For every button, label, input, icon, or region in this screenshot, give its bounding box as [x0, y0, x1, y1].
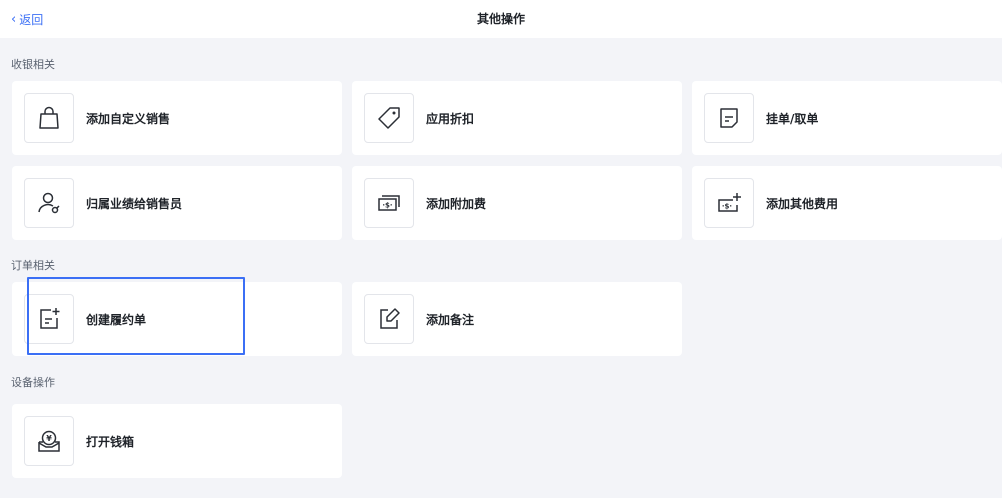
page-title: 其他操作 [476, 12, 525, 26]
action-label: 添加附加费 [426, 197, 487, 211]
action-label: 添加自定义销售 [86, 112, 171, 126]
action-label: 创建履约单 [86, 313, 147, 327]
cash-drawer-icon: ¥ [38, 430, 60, 452]
top-bar: ‹ 返回 其他操作 [0, 0, 1002, 38]
svg-text:¥: ¥ [46, 434, 52, 443]
document-icon [720, 108, 738, 128]
user-assign-icon [38, 192, 60, 214]
edit-note-icon [380, 308, 400, 329]
shopping-bag-icon [39, 106, 59, 129]
money-stack-icon: ·$· [378, 195, 400, 211]
action-apply-discount[interactable]: 应用折扣 [352, 81, 682, 155]
action-assign-salesperson[interactable]: 归属业绩给销售员 [12, 166, 342, 240]
section-title-device: 设备操作 [11, 376, 55, 389]
action-add-other-fees[interactable]: ·$· 添加其他费用 [692, 166, 1002, 240]
tag-icon [378, 107, 400, 129]
other-operations-page: ‹ 返回 其他操作 收银相关 添加自定义销售 应用折扣 挂单/取单 归属业绩给销… [0, 0, 1002, 498]
document-add-icon [40, 308, 60, 329]
action-label: 添加备注 [426, 313, 475, 327]
action-label: 挂单/取单 [766, 112, 819, 126]
action-add-custom-sale[interactable]: 添加自定义销售 [12, 81, 342, 155]
action-label: 打开钱箱 [86, 435, 135, 449]
section-title-order: 订单相关 [11, 259, 55, 272]
svg-text:·$·: ·$· [382, 202, 392, 210]
action-create-fulfillment[interactable]: 创建履约单 [12, 282, 342, 356]
action-open-cash-drawer[interactable]: ¥ 打开钱箱 [12, 404, 342, 478]
action-label: 添加其他费用 [766, 197, 839, 211]
action-label: 归属业绩给销售员 [86, 197, 183, 211]
svg-text:·$·: ·$· [722, 203, 732, 211]
action-hold-retrieve-order[interactable]: 挂单/取单 [692, 81, 1002, 155]
money-plus-icon: ·$· [718, 193, 741, 212]
action-label: 应用折扣 [426, 112, 475, 126]
section-title-checkout: 收银相关 [11, 58, 55, 71]
action-add-note[interactable]: 添加备注 [352, 282, 682, 356]
action-add-surcharge[interactable]: ·$· 添加附加费 [352, 166, 682, 240]
